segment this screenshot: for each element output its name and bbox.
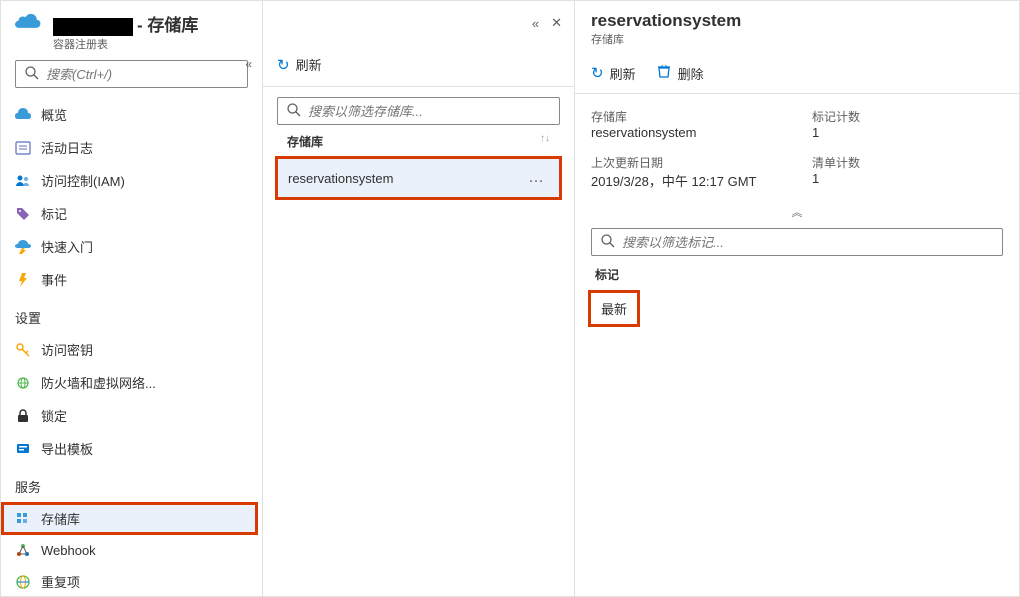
repositories-pane: « ✕ ↻ 刷新 存储库 ↑↓ reservationsystem … — [263, 1, 575, 596]
nav-tags[interactable]: 标记 — [1, 197, 258, 230]
nav-iam[interactable]: 访问控制(IAM) — [1, 164, 258, 197]
activity-log-icon — [15, 140, 31, 156]
field-tagcount-value: 1 — [812, 125, 1003, 140]
refresh-icon: ↻ — [591, 64, 604, 82]
nav-export-template[interactable]: 导出模板 — [1, 432, 258, 465]
repo-icon — [15, 511, 31, 527]
sidebar-search[interactable] — [15, 60, 248, 88]
field-manifest-value: 1 — [812, 171, 1003, 186]
nav-label: 标记 — [41, 204, 67, 223]
sidebar-search-input[interactable] — [46, 67, 239, 82]
detail-fields: 存储库 reservationsystem 标记计数 1 上次更新日期 2019… — [575, 94, 1019, 228]
webhook-icon — [15, 542, 31, 558]
search-icon — [600, 233, 616, 252]
pane-collapse-icon[interactable]: « — [532, 16, 539, 31]
nav-label: 快速入门 — [41, 237, 93, 256]
sidebar-collapse-icon[interactable]: « — [245, 57, 252, 71]
tag-item[interactable]: 最新 — [591, 293, 637, 324]
pane-close-icon[interactable]: ✕ — [551, 15, 562, 31]
nav-label: 导出模板 — [41, 439, 93, 458]
lock-icon — [15, 408, 31, 424]
page-subtitle: 容器注册表 — [53, 36, 198, 52]
iam-icon — [15, 173, 31, 189]
nav-label: 访问控制(IAM) — [41, 171, 125, 190]
firewall-icon — [15, 375, 31, 391]
delete-button[interactable]: 删除 — [656, 63, 704, 83]
page-title: - 存储库 — [53, 11, 198, 36]
container-registry-icon — [15, 13, 43, 33]
tags-section: 标记 最新 — [575, 228, 1019, 340]
overview-icon — [15, 107, 31, 123]
sidebar-nav[interactable]: 概览 活动日志 访问控制(IAM) 标记 快速入门 事件 设置 访问密钥 — [1, 98, 262, 596]
delete-icon — [656, 63, 672, 83]
repo-list-header[interactable]: 存储库 ↑↓ — [277, 125, 560, 158]
replication-icon — [15, 574, 31, 590]
section-services: 服务 — [1, 465, 258, 502]
nav-events[interactable]: 事件 — [1, 263, 258, 296]
search-icon — [286, 102, 302, 121]
nav-label: 重复项 — [41, 572, 80, 591]
nav-locks[interactable]: 锁定 — [1, 399, 258, 432]
nav-label: 概览 — [41, 105, 67, 124]
nav-label: 访问密钥 — [41, 340, 93, 359]
nav-label: 存储库 — [41, 509, 80, 528]
tag-search-input[interactable] — [622, 235, 994, 250]
nav-access-keys[interactable]: 访问密钥 — [1, 333, 258, 366]
nav-firewall[interactable]: 防火墙和虚拟网络... — [1, 366, 258, 399]
export-icon — [15, 441, 31, 457]
key-icon — [15, 342, 31, 358]
nav-label: 活动日志 — [41, 138, 93, 157]
refresh-icon: ↻ — [277, 56, 290, 74]
refresh-button[interactable]: ↻ 刷新 — [277, 55, 322, 74]
repo-search-input[interactable] — [308, 104, 551, 119]
tag-icon — [15, 206, 31, 222]
detail-title: reservationsystem — [591, 11, 1003, 31]
detail-toolbar: ↻ 刷新 删除 — [575, 53, 1019, 94]
nav-repositories[interactable]: 存储库 — [1, 502, 258, 535]
tag-search[interactable] — [591, 228, 1003, 256]
field-updated-value: 2019/3/28，中午 12:17 GMT — [591, 171, 782, 190]
nav-replications[interactable]: 重复项 — [1, 565, 258, 596]
nav-activity-log[interactable]: 活动日志 — [1, 131, 258, 164]
redacted-name — [53, 18, 133, 36]
field-tagcount-label: 标记计数 — [812, 108, 1003, 125]
nav-label: 事件 — [41, 270, 67, 289]
sidebar: - 存储库 容器注册表 « 概览 活动日志 访问控制(IAM) 标记 — [1, 1, 263, 596]
refresh-label: 刷新 — [296, 55, 322, 74]
repo-name: reservationsystem — [288, 171, 393, 186]
sidebar-header: - 存储库 容器注册表 — [1, 1, 262, 60]
field-manifest-label: 清单计数 — [812, 154, 1003, 171]
field-repo-label: 存储库 — [591, 108, 782, 125]
detail-subtitle: 存储库 — [591, 31, 1003, 47]
more-icon[interactable]: … — [524, 169, 549, 187]
nav-webhooks[interactable]: Webhook — [1, 535, 258, 565]
refresh-button[interactable]: ↻ 刷新 — [591, 64, 636, 83]
repository-detail-pane: reservationsystem 存储库 ↻ 刷新 删除 存储库 reserv… — [575, 1, 1019, 596]
repo-search[interactable] — [277, 97, 560, 125]
event-icon — [15, 272, 31, 288]
nav-overview[interactable]: 概览 — [1, 98, 258, 131]
search-icon — [24, 65, 40, 84]
collapse-details-icon[interactable]: ︽ — [591, 204, 1003, 220]
repo-row[interactable]: reservationsystem … — [277, 158, 560, 198]
quickstart-icon — [15, 239, 31, 255]
tags-heading: 标记 — [591, 256, 1003, 293]
nav-label: Webhook — [41, 543, 96, 558]
detail-header: reservationsystem 存储库 — [575, 1, 1019, 53]
mid-toolbar: ↻ 刷新 — [263, 43, 574, 87]
nav-label: 防火墙和虚拟网络... — [41, 373, 156, 392]
field-updated-label: 上次更新日期 — [591, 154, 782, 171]
nav-quickstart[interactable]: 快速入门 — [1, 230, 258, 263]
field-repo-value: reservationsystem — [591, 125, 782, 140]
sort-icon[interactable]: ↑↓ — [540, 133, 550, 150]
nav-label: 锁定 — [41, 406, 67, 425]
section-settings: 设置 — [1, 296, 258, 333]
